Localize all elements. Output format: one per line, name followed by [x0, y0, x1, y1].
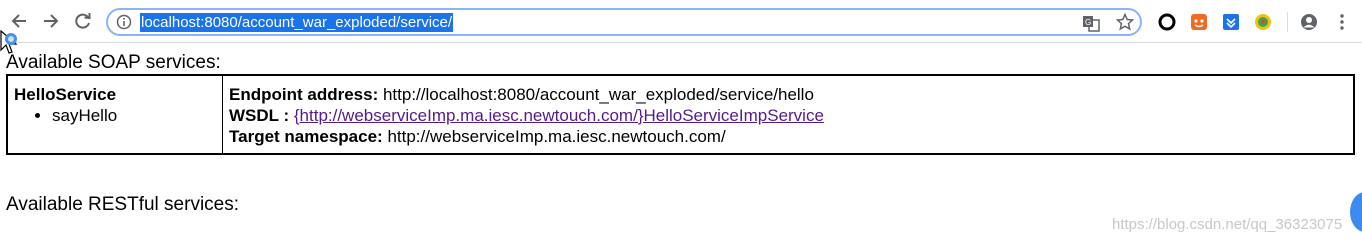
watermark-text: https://blog.csdn.net/qq_36323075: [1112, 216, 1343, 233]
table-row: HelloService sayHello Endpoint address: …: [6, 74, 1355, 155]
loading-spinner-icon: [5, 33, 17, 45]
star-icon[interactable]: [1116, 13, 1134, 31]
extension-circle-icon[interactable]: [1158, 13, 1176, 31]
extension-blue-icon[interactable]: [1222, 13, 1240, 31]
wsdl-link[interactable]: {http://webserviceImp.ma.iesc.newtouch.c…: [294, 106, 824, 125]
reload-button[interactable]: [73, 11, 93, 31]
wsdl-label: WSDL :: [229, 106, 290, 125]
browser-toolbar: localhost:8080/account_war_exploded/serv…: [0, 0, 1362, 43]
extension-green-icon[interactable]: [1254, 13, 1272, 31]
operations-list: sayHello: [14, 105, 216, 126]
url-text[interactable]: localhost:8080/account_war_exploded/serv…: [140, 13, 454, 32]
floating-assistant-icon[interactable]: [1350, 192, 1362, 232]
translate-icon[interactable]: G: [1082, 14, 1100, 32]
endpoint-line: Endpoint address: http://localhost:8080/…: [229, 84, 1347, 105]
toolbar-divider: [1287, 12, 1288, 32]
forward-icon: [44, 14, 59, 28]
soap-services-table: HelloService sayHello Endpoint address: …: [6, 74, 1355, 155]
info-icon[interactable]: [116, 14, 132, 30]
service-details-cell: Endpoint address: http://localhost:8080/…: [222, 74, 1355, 155]
service-name-cell: HelloService sayHello: [6, 74, 223, 155]
extension-orange-icon[interactable]: [1190, 13, 1208, 31]
account-icon[interactable]: [1300, 13, 1318, 31]
namespace-line: Target namespace: http://webserviceImp.m…: [229, 126, 1347, 147]
back-button[interactable]: [9, 11, 29, 31]
address-bar[interactable]: localhost:8080/account_war_exploded/serv…: [106, 8, 1142, 36]
endpoint-value: http://localhost:8080/account_war_explod…: [382, 85, 814, 104]
operation-item: sayHello: [52, 105, 216, 126]
menu-icon[interactable]: [1333, 13, 1351, 31]
forward-button[interactable]: [41, 11, 61, 31]
namespace-label: Target namespace:: [229, 127, 383, 146]
rest-services-heading: Available RESTful services:: [6, 194, 240, 215]
svg-text:G: G: [1085, 18, 1091, 27]
back-icon: [11, 14, 26, 28]
namespace-value: http://webserviceImp.ma.iesc.newtouch.co…: [387, 127, 726, 146]
reload-icon: [75, 13, 91, 29]
service-name: HelloService: [14, 85, 117, 104]
wsdl-line: WSDL : {http://webserviceImp.ma.iesc.new…: [229, 105, 1347, 126]
soap-services-heading: Available SOAP services:: [6, 52, 221, 73]
endpoint-label: Endpoint address:: [229, 85, 379, 104]
